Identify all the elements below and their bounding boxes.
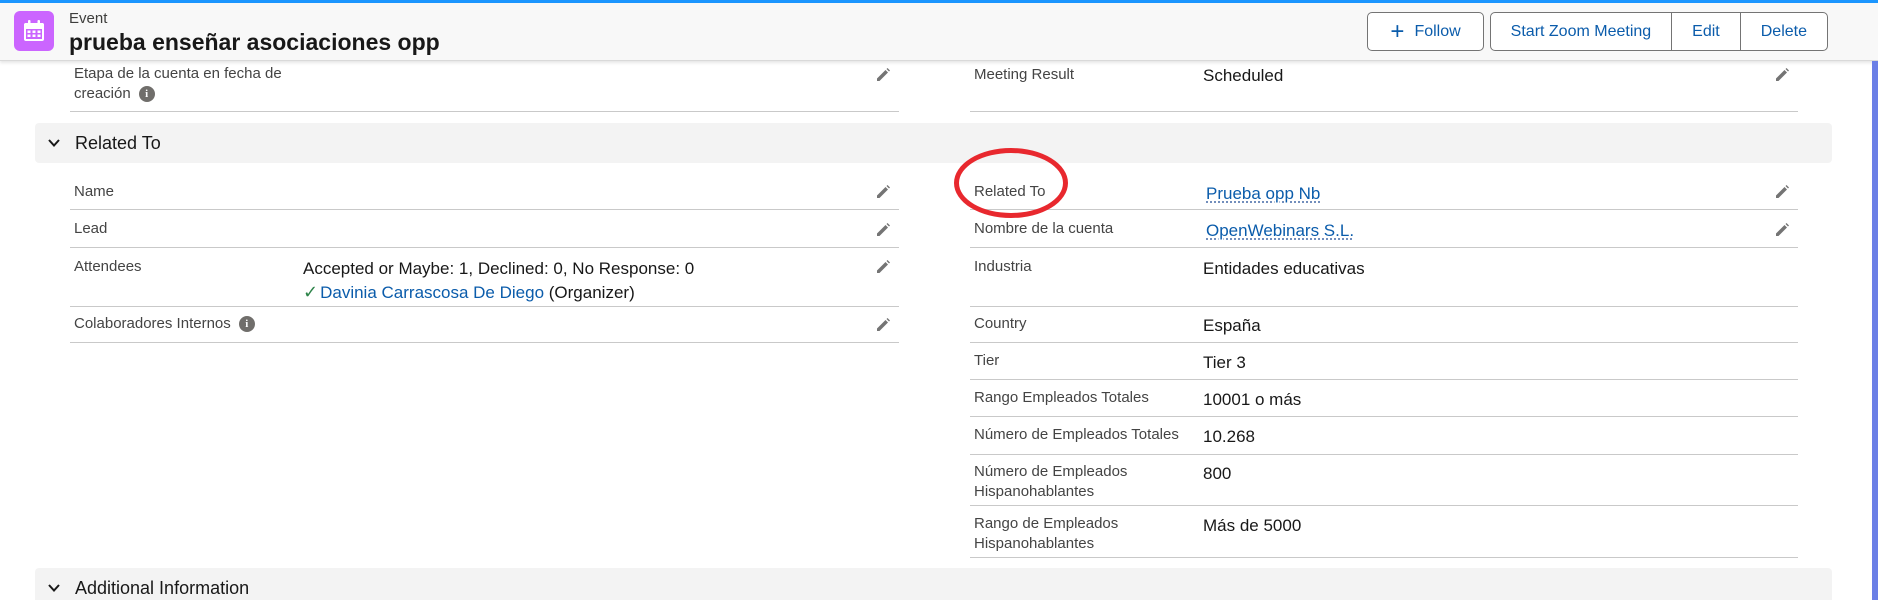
info-icon[interactable]: i bbox=[139, 86, 155, 102]
field-label-attendees: Attendees bbox=[74, 257, 142, 277]
field-label-name: Name bbox=[74, 182, 114, 202]
divider bbox=[970, 342, 1798, 343]
pencil-icon[interactable] bbox=[1773, 221, 1791, 239]
divider bbox=[970, 454, 1798, 455]
chevron-down-icon bbox=[47, 581, 61, 595]
field-value-numero-total: 10.268 bbox=[1203, 426, 1255, 448]
scrollbar[interactable] bbox=[1872, 61, 1878, 600]
pencil-icon[interactable] bbox=[874, 316, 892, 334]
info-icon[interactable]: i bbox=[239, 316, 255, 332]
record-header: Event prueba enseñar asociaciones opp + … bbox=[0, 3, 1878, 61]
divider bbox=[70, 306, 899, 307]
pencil-icon[interactable] bbox=[874, 258, 892, 276]
related-to-link[interactable]: Prueba opp Nb bbox=[1206, 183, 1320, 205]
action-button-group: Start Zoom Meeting Edit Delete bbox=[1490, 12, 1828, 51]
follow-label: Follow bbox=[1414, 23, 1460, 41]
section-header-additional-information[interactable]: Additional Information bbox=[35, 568, 1832, 600]
divider bbox=[970, 209, 1798, 210]
divider bbox=[70, 111, 899, 112]
pencil-icon[interactable] bbox=[1773, 183, 1791, 201]
field-value-tier: Tier 3 bbox=[1203, 352, 1246, 374]
attendee-role: (Organizer) bbox=[549, 283, 635, 302]
pencil-icon[interactable] bbox=[874, 66, 892, 84]
section-header-related-to[interactable]: Related To bbox=[35, 123, 1832, 163]
divider bbox=[970, 505, 1798, 506]
field-value-meeting-result: Scheduled bbox=[1203, 65, 1283, 87]
field-value-numero-hisp: 800 bbox=[1203, 463, 1231, 485]
divider bbox=[970, 111, 1798, 112]
calendar-icon bbox=[14, 11, 54, 51]
divider bbox=[70, 209, 899, 210]
attendee-link[interactable]: Davinia Carrascosa De Diego bbox=[320, 283, 544, 302]
delete-button[interactable]: Delete bbox=[1740, 12, 1828, 51]
field-value-rango-total: 10001 o más bbox=[1203, 389, 1301, 411]
field-value-country: España bbox=[1203, 315, 1261, 337]
divider bbox=[70, 342, 899, 343]
start-zoom-meeting-button[interactable]: Start Zoom Meeting bbox=[1490, 12, 1673, 51]
field-label-country: Country bbox=[974, 314, 1027, 334]
attendees-summary: Accepted or Maybe: 1, Declined: 0, No Re… bbox=[303, 258, 694, 280]
field-label-industria: Industria bbox=[974, 257, 1032, 277]
field-label-tier: Tier bbox=[974, 351, 999, 371]
divider bbox=[970, 557, 1798, 558]
object-type-label: Event bbox=[69, 10, 107, 27]
edit-button[interactable]: Edit bbox=[1671, 12, 1741, 51]
divider bbox=[70, 247, 899, 248]
attendee-row: ✓ Davinia Carrascosa De Diego (Organizer) bbox=[303, 281, 635, 304]
cuenta-link[interactable]: OpenWebinars S.L. bbox=[1206, 220, 1354, 242]
field-value-rango-hisp: Más de 5000 bbox=[1203, 515, 1301, 537]
field-label-rango-hisp: Rango de Empleados Hispanohablantes bbox=[974, 514, 1174, 554]
field-label-colaboradores: Colaboradores Internos i bbox=[74, 314, 255, 334]
field-value-industria: Entidades educativas bbox=[1203, 258, 1365, 280]
pencil-icon[interactable] bbox=[874, 221, 892, 239]
field-label-meeting-result: Meeting Result bbox=[974, 65, 1074, 85]
pencil-icon[interactable] bbox=[1773, 66, 1791, 84]
divider bbox=[970, 416, 1798, 417]
annotation-circle bbox=[954, 148, 1068, 218]
plus-icon: + bbox=[1390, 20, 1404, 44]
field-label-nombre-cuenta: Nombre de la cuenta bbox=[974, 219, 1113, 239]
section-title: Additional Information bbox=[75, 578, 249, 599]
pencil-icon[interactable] bbox=[874, 183, 892, 201]
field-label-numero-hisp: Número de Empleados Hispanohablantes bbox=[974, 462, 1174, 502]
divider bbox=[970, 379, 1798, 380]
divider bbox=[970, 247, 1798, 248]
field-label-etapa: Etapa de la cuenta en fecha de creación i bbox=[74, 64, 304, 104]
field-label-numero-total: Número de Empleados Totales bbox=[974, 425, 1179, 445]
record-title: prueba enseñar asociaciones opp bbox=[69, 29, 440, 56]
chevron-down-icon bbox=[47, 136, 61, 150]
section-title: Related To bbox=[75, 133, 161, 154]
checkmark-icon: ✓ bbox=[303, 282, 318, 302]
field-label-rango-total: Rango Empleados Totales bbox=[974, 388, 1149, 408]
follow-button[interactable]: + Follow bbox=[1367, 12, 1483, 51]
header-actions: + Follow Start Zoom Meeting Edit Delete bbox=[1367, 12, 1828, 51]
divider bbox=[970, 306, 1798, 307]
field-label-lead: Lead bbox=[74, 219, 107, 239]
